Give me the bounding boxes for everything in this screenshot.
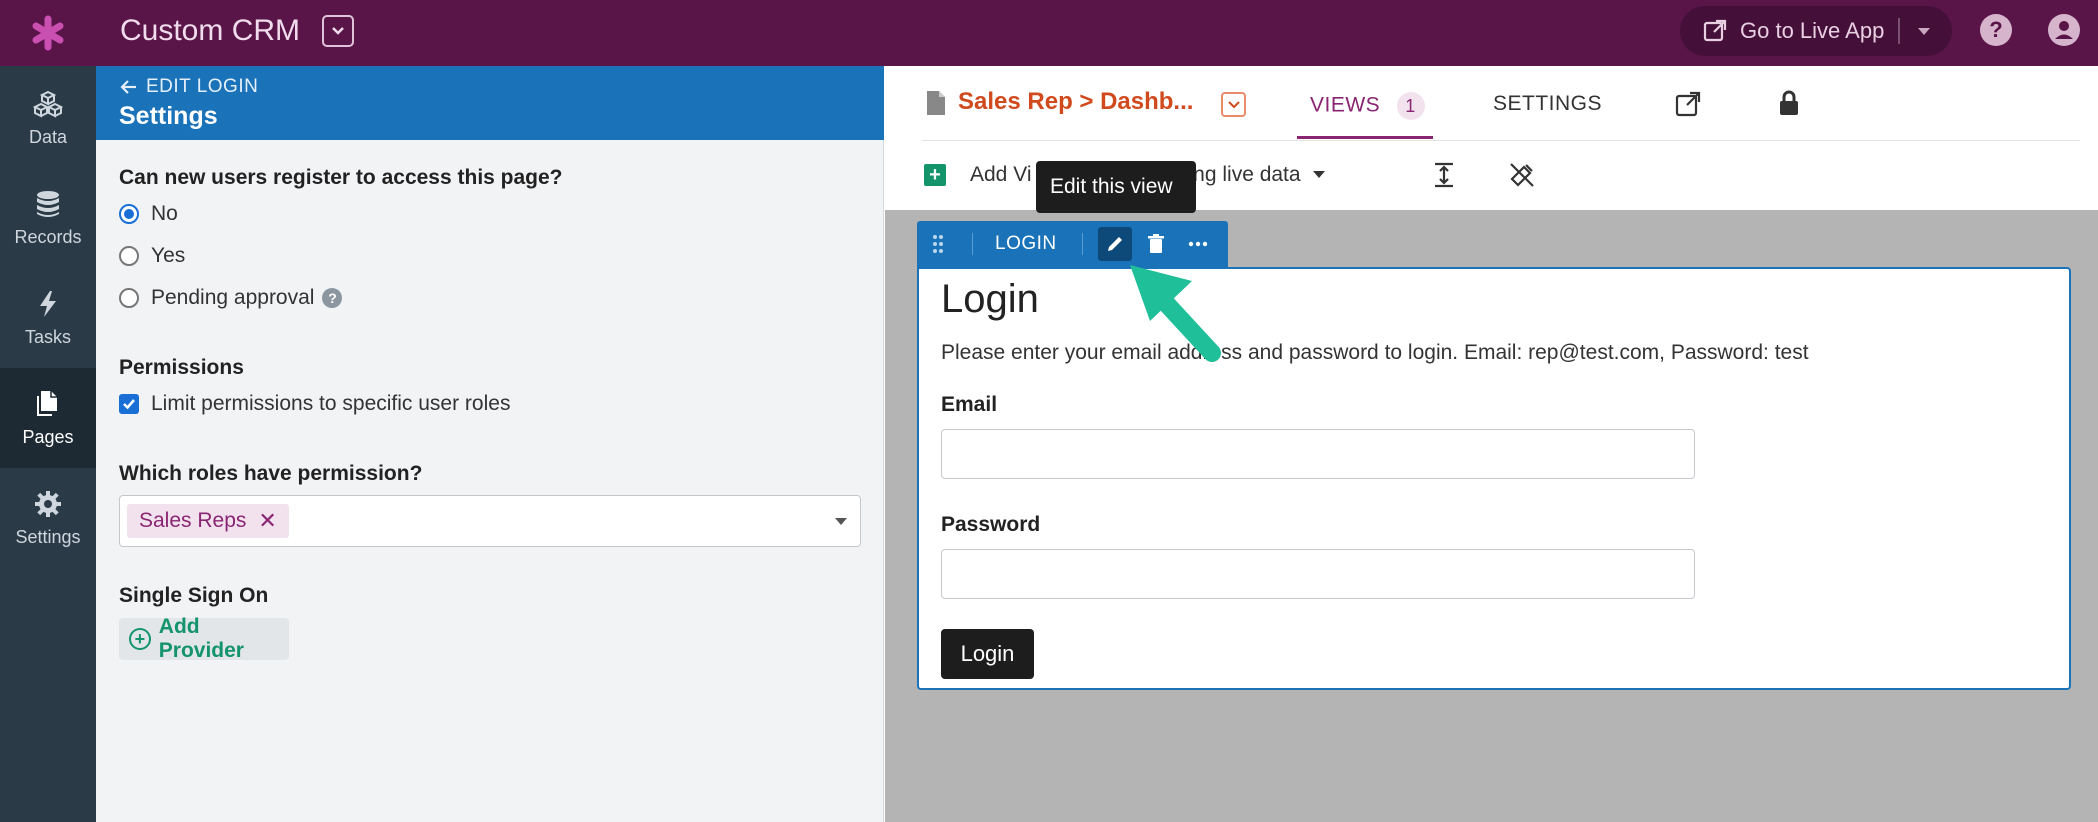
roles-select[interactable]: Sales Reps ✕ <box>119 495 861 547</box>
nav-item-records[interactable]: Records <box>0 168 96 268</box>
back-to-edit-login-link[interactable]: EDIT LOGIN <box>120 76 258 98</box>
add-provider-label: Add Provider <box>158 615 244 662</box>
live-data-label: sing live data <box>1178 163 1301 186</box>
back-label: EDIT LOGIN <box>146 76 259 97</box>
edit-view-tooltip: Edit this view <box>1036 161 1196 213</box>
active-tab-indicator <box>1297 136 1433 139</box>
nav-item-tasks[interactable]: Tasks <box>0 268 96 368</box>
pill-divider <box>1898 18 1900 44</box>
email-label: Email <box>941 393 998 416</box>
panel-header: EDIT LOGIN Settings <box>96 66 884 140</box>
login-description: Please enter your email address and pass… <box>941 341 1809 364</box>
add-provider-button[interactable]: + Add Provider <box>119 615 289 662</box>
radio-label: Yes <box>151 244 186 267</box>
remove-tag-icon[interactable]: ✕ <box>258 508 276 534</box>
checkmark-icon <box>123 399 135 410</box>
drag-handle-icon[interactable] <box>931 233 945 255</box>
tab-divider <box>922 140 2080 141</box>
roles-question: Which roles have permission? <box>119 462 423 485</box>
role-tag: Sales Reps ✕ <box>127 504 289 538</box>
sso-heading: Single Sign On <box>119 584 269 607</box>
more-options-icon[interactable] <box>1187 233 1209 255</box>
radio-label: Pending approval <box>151 286 315 309</box>
radio-button[interactable] <box>119 246 139 266</box>
caret-down-icon <box>1312 171 1325 178</box>
user-avatar-icon[interactable] <box>2048 14 2080 46</box>
page-icon <box>927 91 945 115</box>
radio-label: No <box>151 202 178 225</box>
pointer-arrow-icon <box>1130 265 1221 362</box>
app-switcher-button[interactable] <box>322 15 354 47</box>
nav-label: Data <box>28 126 68 147</box>
checkbox-checked[interactable] <box>119 394 139 414</box>
external-link-icon[interactable] <box>1674 90 1702 118</box>
chevron-down-icon <box>1227 100 1240 108</box>
go-to-live-app-label: Go to Live App <box>1740 18 1885 43</box>
password-field[interactable] <box>941 549 1695 599</box>
design-brush-icon[interactable] <box>1508 161 1536 189</box>
radio-no[interactable]: No <box>119 202 178 226</box>
arrow-left-icon <box>120 80 136 94</box>
logo-icon[interactable] <box>0 0 96 66</box>
radio-pending-approval[interactable]: Pending approval ? <box>119 286 343 310</box>
nav-item-settings[interactable]: Settings <box>0 468 96 568</box>
tab-settings[interactable]: SETTINGS <box>1493 92 1602 116</box>
help-icon[interactable]: ? <box>1980 14 2012 46</box>
nav-item-pages[interactable]: Pages <box>0 368 96 468</box>
settings-panel: EDIT LOGIN Settings Can new users regist… <box>96 66 884 822</box>
permissions-heading: Permissions <box>119 356 244 379</box>
login-button[interactable]: Login <box>941 629 1034 679</box>
external-link-icon <box>1703 19 1727 42</box>
top-bar: Custom CRM Go to Live App ? <box>0 0 2098 66</box>
register-question: Can new users register to access this pa… <box>119 166 563 189</box>
caret-down-icon[interactable] <box>834 516 848 526</box>
view-toolbar-label: LOGIN <box>995 233 1057 254</box>
toolbar-divider <box>972 233 973 255</box>
plus-square-icon: + <box>924 164 946 186</box>
question-circle-icon[interactable]: ? <box>322 288 343 308</box>
login-view[interactable]: Login Please enter your email address an… <box>917 267 2071 690</box>
checkbox-label: Limit permissions to specific user roles <box>151 392 511 415</box>
plus-circle-icon: + <box>129 628 151 650</box>
add-view-button[interactable]: + Add Vi <box>924 163 1032 187</box>
go-to-live-app-button[interactable]: Go to Live App <box>1680 6 1952 56</box>
vertical-spacing-icon[interactable] <box>1430 161 1458 189</box>
page-name[interactable]: Sales Rep > Dashb... <box>958 88 1193 116</box>
live-data-toggle[interactable]: sing live data <box>1178 163 1325 187</box>
pages-icon <box>37 390 57 416</box>
radio-yes[interactable]: Yes <box>119 244 185 268</box>
nav-label: Records <box>14 226 82 247</box>
nav-label: Settings <box>15 526 81 547</box>
nav-label: Tasks <box>24 326 71 347</box>
page-switcher-button[interactable] <box>1221 92 1246 117</box>
tab-views[interactable]: VIEWS 1 <box>1310 92 1425 120</box>
trash-icon[interactable] <box>1145 233 1167 255</box>
caret-down-icon[interactable] <box>1912 23 1936 39</box>
nav-label: Pages <box>22 426 74 447</box>
bolt-icon <box>40 290 56 317</box>
views-count-badge: 1 <box>1396 92 1425 120</box>
login-title: Login <box>941 277 1039 321</box>
radio-button[interactable] <box>119 288 139 308</box>
password-label: Password <box>941 513 1041 536</box>
radio-button-selected[interactable] <box>119 204 139 224</box>
app-title: Custom CRM <box>120 14 301 47</box>
left-nav: Data Records Tasks Pages Settings <box>0 66 96 822</box>
role-tag-label: Sales Reps <box>139 509 247 532</box>
gear-icon <box>35 490 61 517</box>
limit-permissions-checkbox[interactable]: Limit permissions to specific user roles <box>119 392 510 416</box>
nav-item-data[interactable]: Data <box>0 68 96 168</box>
panel-title: Settings <box>119 102 218 130</box>
tab-views-label: VIEWS <box>1310 93 1381 117</box>
email-field[interactable] <box>941 429 1695 479</box>
pencil-icon <box>1108 237 1122 251</box>
database-icon <box>37 190 59 217</box>
toolbar-divider <box>1082 233 1083 255</box>
cubes-icon <box>33 90 63 118</box>
chevron-down-icon <box>332 27 344 35</box>
add-view-label: Add Vi <box>970 163 1032 186</box>
lock-icon[interactable] <box>1775 89 1803 117</box>
